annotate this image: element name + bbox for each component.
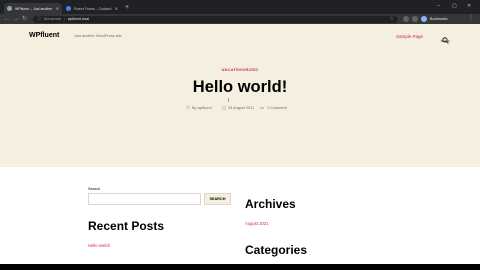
recent-post-link[interactable]: Hello world! <box>88 243 110 248</box>
browser-menu-icon[interactable]: ⋮ <box>468 14 474 22</box>
archive-link[interactable]: August 2021 <box>245 221 269 226</box>
extension-icon[interactable] <box>412 16 418 22</box>
post-comments-link[interactable]: 1 Comment <box>267 105 287 111</box>
profile-label[interactable]: Bookmarks <box>430 16 448 22</box>
security-label: Not secure <box>44 17 61 21</box>
bookmark-star-icon[interactable]: ☆ <box>390 16 394 23</box>
browser-tab[interactable]: Fluent Forms – Contact Form by WPManageN… <box>63 3 121 14</box>
post-meta: ⚇ By wpfluent ▢ 26 August 2021 ▭ 1 Comme… <box>186 105 296 111</box>
new-tab-button[interactable]: + <box>125 3 129 12</box>
archives-heading: Archives <box>245 197 296 211</box>
browser-tab-active[interactable]: WPfluent – Just another WordPress ✕ <box>4 3 62 14</box>
author-icon: ⚇ <box>186 105 191 110</box>
tab-label: WPfluent – Just another WordPress <box>15 6 53 11</box>
post-hero: UNCATEGORIZED Hello world! I ⚇ By wpflue… <box>0 51 480 167</box>
menu-item-sample-page[interactable]: Sample Page <box>396 34 423 39</box>
web-page: WPfluent Just another WordPress site Sam… <box>0 24 480 264</box>
post-date-link[interactable]: 26 August 2021 <box>228 105 254 111</box>
post-author-link[interactable]: By wpfluent <box>192 105 212 111</box>
address-bar[interactable]: ⓘ Not secure | wpfluent.local ☆ <box>33 15 398 23</box>
address-separator: | <box>63 17 65 21</box>
forward-icon[interactable]: → <box>13 15 19 23</box>
minimize-icon[interactable]: – <box>437 2 440 10</box>
search-icon <box>441 31 449 44</box>
post-title: Hello world! <box>192 78 288 96</box>
tab-close-icon[interactable]: ✕ <box>56 6 59 11</box>
info-icon[interactable]: ⓘ <box>37 16 41 22</box>
comment-icon: ▭ <box>260 105 265 110</box>
mouse-cursor-icon: I <box>228 98 230 104</box>
browser-toolbar: ← → ↻ ⓘ Not secure | wpfluent.local ☆ Bo… <box>0 14 480 24</box>
favicon-icon <box>7 6 12 11</box>
post-category-link[interactable]: UNCATEGORIZED <box>0 68 480 72</box>
widgets-area: Search SEARCH Recent Posts Hello world! … <box>0 167 480 264</box>
extension-icon[interactable] <box>403 16 409 22</box>
close-window-icon[interactable]: ✕ <box>467 2 471 10</box>
favicon-icon <box>66 6 71 11</box>
search-toggle-button[interactable]: Search <box>437 31 453 45</box>
reload-icon[interactable]: ↻ <box>22 15 27 23</box>
widget-search-label: Search <box>88 187 101 191</box>
profile-avatar-icon[interactable] <box>421 16 427 22</box>
site-description: Just another WordPress site <box>74 34 122 38</box>
site-title[interactable]: WPfluent <box>29 32 59 39</box>
browser-tab-strip: WPfluent – Just another WordPress ✕ Flue… <box>0 0 480 14</box>
tab-label: Fluent Forms – Contact Form by WPManageN… <box>74 6 112 11</box>
site-header: WPfluent Just another WordPress site Sam… <box>0 24 480 51</box>
widget-search-button[interactable]: SEARCH <box>204 193 231 205</box>
categories-heading: Categories <box>245 243 308 257</box>
tab-close-icon[interactable]: ✕ <box>115 6 118 11</box>
widget-search-input[interactable] <box>88 193 201 205</box>
url-text: wpfluent.local <box>67 17 90 21</box>
calendar-icon: ▢ <box>222 105 227 110</box>
back-icon[interactable]: ← <box>4 15 10 23</box>
recent-posts-heading: Recent Posts <box>88 219 165 233</box>
maximize-icon[interactable]: ▢ <box>452 2 457 10</box>
screen: WPfluent – Just another WordPress ✕ Flue… <box>0 0 480 270</box>
